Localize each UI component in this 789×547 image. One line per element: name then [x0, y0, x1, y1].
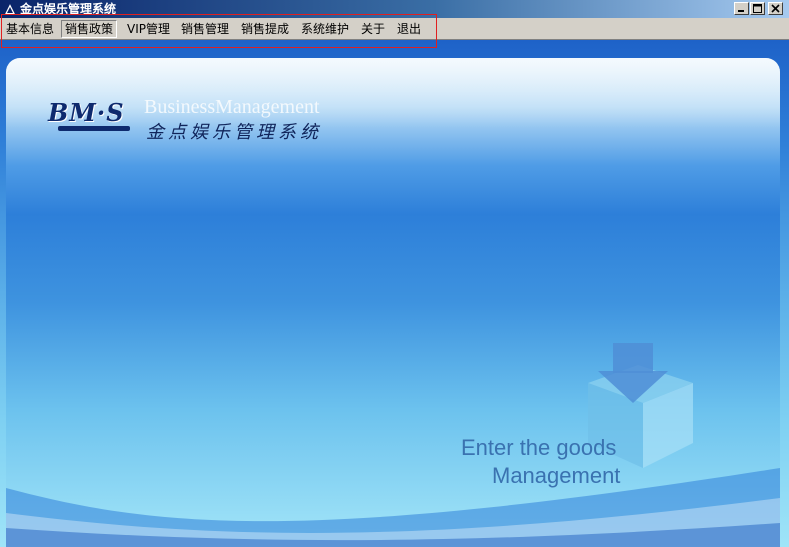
main-client-area: BM·S BusinessManagement 金点娱乐管理系统 Enter t…	[0, 40, 789, 547]
brand-chinese-title: 金点娱乐管理系统	[146, 122, 322, 143]
menu-item-sales-commission[interactable]: 销售提成	[238, 20, 292, 38]
menu-item-exit[interactable]: 退出	[394, 20, 424, 38]
close-icon	[771, 4, 780, 13]
maximize-button[interactable]	[750, 2, 765, 15]
app-window: 金点娱乐管理系统 基本信息 销售政策 VIP管理 销售管理 销售提成 系统维护 …	[0, 0, 789, 547]
menu-item-sales-policy[interactable]: 销售政策	[61, 20, 118, 38]
logo-underline	[58, 126, 130, 131]
menu-item-basic-info[interactable]: 基本信息	[3, 20, 57, 38]
logo-text: BM·S	[48, 98, 125, 127]
triangle-app-icon	[3, 2, 17, 16]
banner-panel: BM·S BusinessManagement 金点娱乐管理系统 Enter t…	[6, 58, 780, 547]
brand-english-title: BusinessManagement	[144, 96, 320, 118]
maximize-icon	[753, 4, 762, 13]
close-button[interactable]	[768, 2, 783, 15]
menu-bar: 基本信息 销售政策 VIP管理 销售管理 销售提成 系统维护 关于 退出	[0, 18, 789, 40]
window-title: 金点娱乐管理系统	[20, 2, 117, 16]
menu-item-sales-management[interactable]: 销售管理	[178, 20, 232, 38]
bms-logo: BM·S	[48, 98, 138, 136]
tagline-line1: Enter the goods	[461, 435, 617, 460]
menu-item-about[interactable]: 关于	[358, 20, 388, 38]
title-bar[interactable]: 金点娱乐管理系统	[0, 0, 789, 18]
menu-item-system-maintenance[interactable]: 系统维护	[298, 20, 352, 38]
menu-item-vip[interactable]: VIP管理	[124, 20, 173, 38]
minimize-button[interactable]	[734, 2, 749, 15]
minimize-icon	[738, 10, 744, 12]
tagline-line2: Management	[492, 463, 621, 488]
